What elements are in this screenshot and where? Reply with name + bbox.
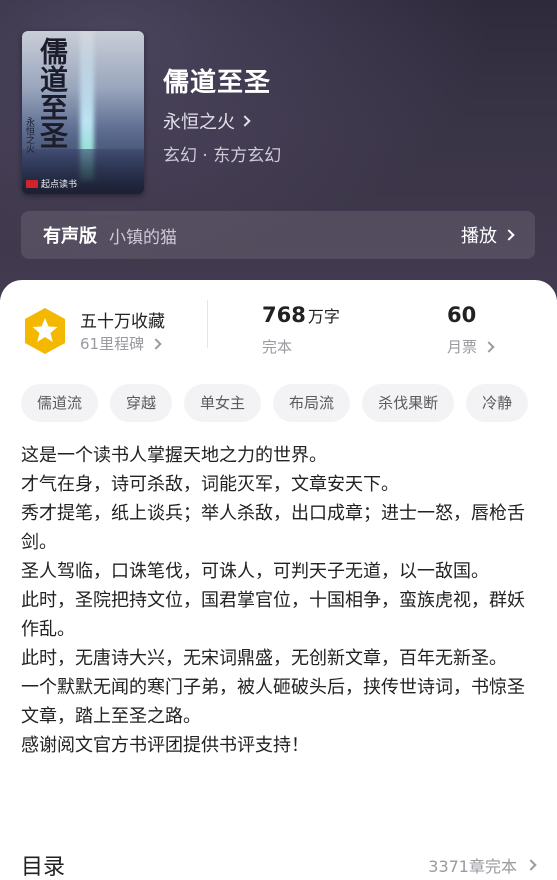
synopsis-line: 才气在身，诗可杀敌，词能灭军，文章安天下。 xyxy=(21,474,399,495)
cover-brand-text: 起点读书 xyxy=(41,180,78,190)
word-count: 768 万字 xyxy=(262,303,340,327)
word-count-unit: 万字 xyxy=(307,307,340,326)
monthly-tickets-link[interactable]: 月票 xyxy=(447,336,495,357)
milestone-link[interactable]: 61里程碑 xyxy=(80,333,162,354)
synopsis-line: 一个默默无闻的寒门子弟，被人砸破头后，挟传世诗词，书惊圣文章，踏上至圣之路。 xyxy=(21,677,525,727)
audio-narrator: 小镇的猫 xyxy=(109,227,177,248)
author-link[interactable]: 永恒之火 xyxy=(163,108,251,134)
book-synopsis[interactable]: 这是一个读书人掌握天地之力的世界。 才气在身，诗可杀敌，词能灭军，文章安天下。 … xyxy=(21,441,537,760)
book-title: 儒道至圣 xyxy=(163,68,272,98)
synopsis-line: 此时，无唐诗大兴，无宋词鼎盛，无创新文章，百年无新圣。 xyxy=(21,648,507,669)
synopsis-line: 感谢阅文官方书评团提供书评支持！ xyxy=(21,735,309,756)
tag-chip[interactable]: 杀伐果断 xyxy=(362,384,455,422)
tag-list: 儒道流 穿越 单女主 布局流 杀伐果断 冷静 xyxy=(21,384,557,422)
chevron-right-icon xyxy=(150,337,162,350)
book-header: 儒道至圣 永恒之火 起点读书 儒道至圣 永恒之火 玄幻 · 东方玄幻 有声版 小… xyxy=(0,0,557,300)
play-button[interactable]: 播放 xyxy=(461,222,515,248)
synopsis-line: 此时，圣院把持文位，国君掌官位，十国相争，蛮族虎视，群妖作乱。 xyxy=(21,590,525,640)
chevron-right-icon xyxy=(503,229,515,241)
audio-label: 有声版 xyxy=(43,226,97,247)
toc-summary: 3371章完本 xyxy=(428,857,517,876)
chevron-right-icon xyxy=(239,115,251,127)
synopsis-line: 这是一个读书人掌握天地之力的世界。 xyxy=(21,445,327,466)
milestone-label: 61里程碑 xyxy=(80,335,145,353)
tag-chip[interactable]: 单女主 xyxy=(184,384,262,422)
chevron-right-icon xyxy=(483,340,495,353)
cover-brand: 起点读书 xyxy=(26,177,77,190)
audio-version-bar[interactable]: 有声版 小镇的猫 播放 xyxy=(21,211,535,259)
play-label: 播放 xyxy=(461,226,497,247)
author-name: 永恒之火 xyxy=(163,112,235,133)
collection-badge-icon xyxy=(25,308,65,354)
stats-divider xyxy=(207,300,208,348)
monthly-tickets-label: 月票 xyxy=(447,338,478,356)
completion-status: 完本 xyxy=(262,338,293,356)
cover-title-text: 儒道至圣 xyxy=(36,37,69,149)
toc-link[interactable]: 3371章完本 xyxy=(428,853,537,877)
tag-chip[interactable]: 布局流 xyxy=(273,384,351,422)
synopsis-line: 圣人驾临，口诛笔伐，可诛人，可判天子无道，以一敌国。 xyxy=(21,561,489,582)
toc-title: 目录 xyxy=(21,855,66,880)
tag-chip[interactable]: 冷静 xyxy=(466,384,529,422)
cover-author-text: 永恒之火 xyxy=(24,117,34,153)
monthly-tickets-count: 60 xyxy=(447,303,477,327)
book-cover[interactable]: 儒道至圣 永恒之火 起点读书 xyxy=(22,31,144,194)
tag-chip[interactable]: 儒道流 xyxy=(21,384,99,422)
synopsis-line: 秀才提笔，纸上谈兵；举人杀敌，出口成章；进士一怒，唇枪舌剑。 xyxy=(21,503,525,553)
book-genre: 玄幻 · 东方玄幻 xyxy=(163,146,282,166)
favorites-count: 五十万收藏 xyxy=(80,312,165,332)
brand-logo-icon xyxy=(26,179,38,188)
word-count-number: 768 xyxy=(262,303,306,327)
chevron-right-icon xyxy=(525,859,537,871)
tag-chip[interactable]: 穿越 xyxy=(110,384,173,422)
